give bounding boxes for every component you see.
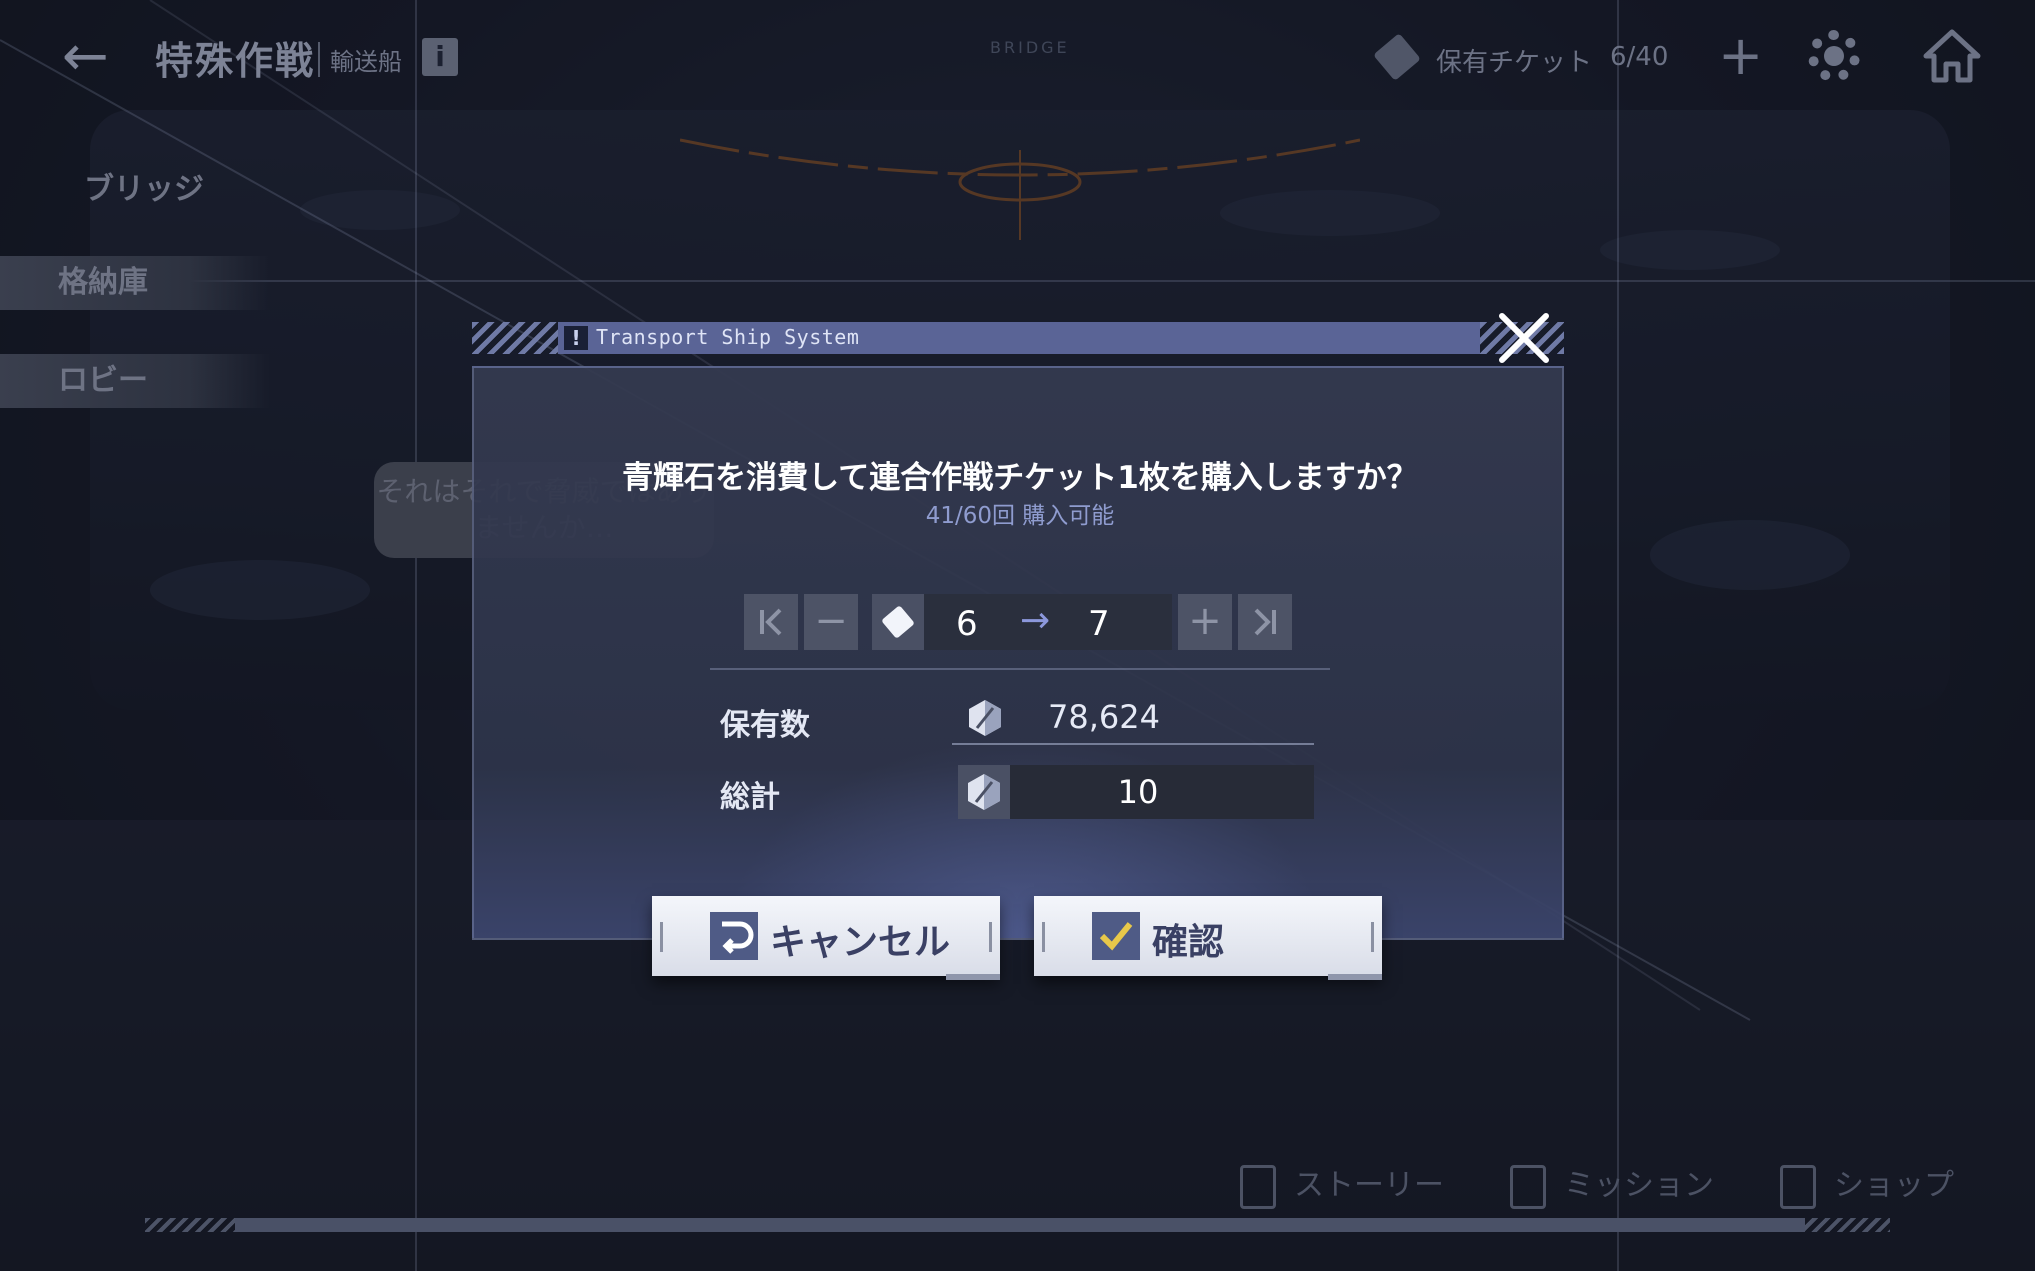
mission-icon [1510, 1164, 1546, 1209]
add-ticket-button[interactable]: + [1718, 26, 1763, 86]
total-box: 10 [958, 765, 1314, 819]
top-bar: ← 特殊作戦 輸送船 i BRIDGE 保有チケット 6/40 + [0, 0, 2035, 115]
pyroxene-gem-icon [968, 774, 1000, 810]
owned-underline [952, 743, 1314, 745]
bridge-label: BRIDGE [990, 38, 1070, 57]
gem-background [958, 765, 1010, 819]
button-strip [946, 974, 1000, 980]
warning-icon: ! [564, 326, 588, 350]
min-quantity-button[interactable] [744, 594, 798, 650]
button-strip [1328, 974, 1382, 980]
divider [710, 668, 1330, 670]
close-icon[interactable] [1494, 308, 1554, 368]
home-icon[interactable] [1922, 28, 1982, 84]
ticket-label: 保有チケット [1436, 48, 1593, 78]
max-quantity-button[interactable] [1238, 594, 1292, 650]
nav-story[interactable]: ストーリー [1240, 1160, 1444, 1209]
side-item-bridge[interactable]: ブリッジ [84, 164, 204, 208]
total-value: 10 [1117, 773, 1159, 811]
purchase-question: 青輝石を消費して連合作戦チケット1枚を購入しますか？ [622, 460, 1418, 496]
shop-icon [1780, 1164, 1816, 1209]
ticket-count: 6/40 [1610, 42, 1669, 72]
owned-value: 78,624 [1048, 698, 1160, 736]
nav-shop[interactable]: ショップ [1780, 1160, 1954, 1209]
button-edge [1371, 922, 1374, 952]
scroll-thumb[interactable] [235, 1218, 1805, 1232]
total-label: 総計 [720, 780, 780, 815]
button-edge [660, 922, 663, 952]
cancel-label: キャンセル [770, 922, 951, 963]
purchase-dialog: 青輝石を消費して連合作戦チケット1枚を購入しますか？ 41/60回 購入可能 −… [472, 366, 1564, 940]
owned-label: 保有数 [720, 708, 810, 743]
story-icon [1240, 1164, 1276, 1209]
page-subtitle: 輸送船 [318, 42, 402, 77]
purchase-availability: 41/60回 購入可能 [925, 503, 1115, 529]
skip-to-max-icon [1254, 608, 1276, 636]
confirm-label: 確認 [1152, 922, 1225, 963]
gear-icon[interactable] [1808, 30, 1860, 82]
scroll-bar[interactable] [145, 1218, 1890, 1232]
cancel-button[interactable]: キャンセル [652, 896, 1000, 980]
modal-header: ! Transport Ship System [472, 322, 1564, 354]
check-icon [1092, 912, 1140, 960]
quantity-to: 7 [1088, 604, 1110, 644]
increase-quantity-button[interactable]: + [1178, 594, 1232, 650]
nav-shop-label: ショップ [1834, 1168, 1954, 1203]
nav-story-label: ストーリー [1294, 1168, 1444, 1203]
button-edge [989, 922, 992, 952]
nav-mission[interactable]: ミッション [1510, 1160, 1714, 1209]
quantity-arrow: → [1020, 600, 1051, 641]
back-arrow-icon[interactable]: ← [62, 29, 134, 85]
cancel-return-icon [710, 912, 758, 960]
ticket-icon [1373, 33, 1421, 81]
confirm-button[interactable]: 確認 [1034, 896, 1382, 980]
side-item-hangar[interactable]: 格納庫 [0, 256, 270, 310]
quantity-display: 6 → 7 [872, 594, 1172, 650]
info-icon[interactable]: i [422, 38, 458, 76]
modal-title: Transport Ship System [596, 325, 860, 349]
nav-mission-label: ミッション [1564, 1168, 1714, 1203]
skip-to-min-icon [760, 608, 782, 636]
pyroxene-gem-icon [969, 700, 1001, 736]
button-edge [1042, 922, 1045, 952]
decrease-quantity-button[interactable]: − [804, 594, 858, 650]
page-title: 特殊作戦 [155, 39, 316, 83]
side-item-lobby[interactable]: ロビー [0, 354, 270, 408]
ticket-icon [872, 594, 924, 650]
quantity-from: 6 [956, 604, 978, 644]
header-hatch [472, 322, 558, 354]
